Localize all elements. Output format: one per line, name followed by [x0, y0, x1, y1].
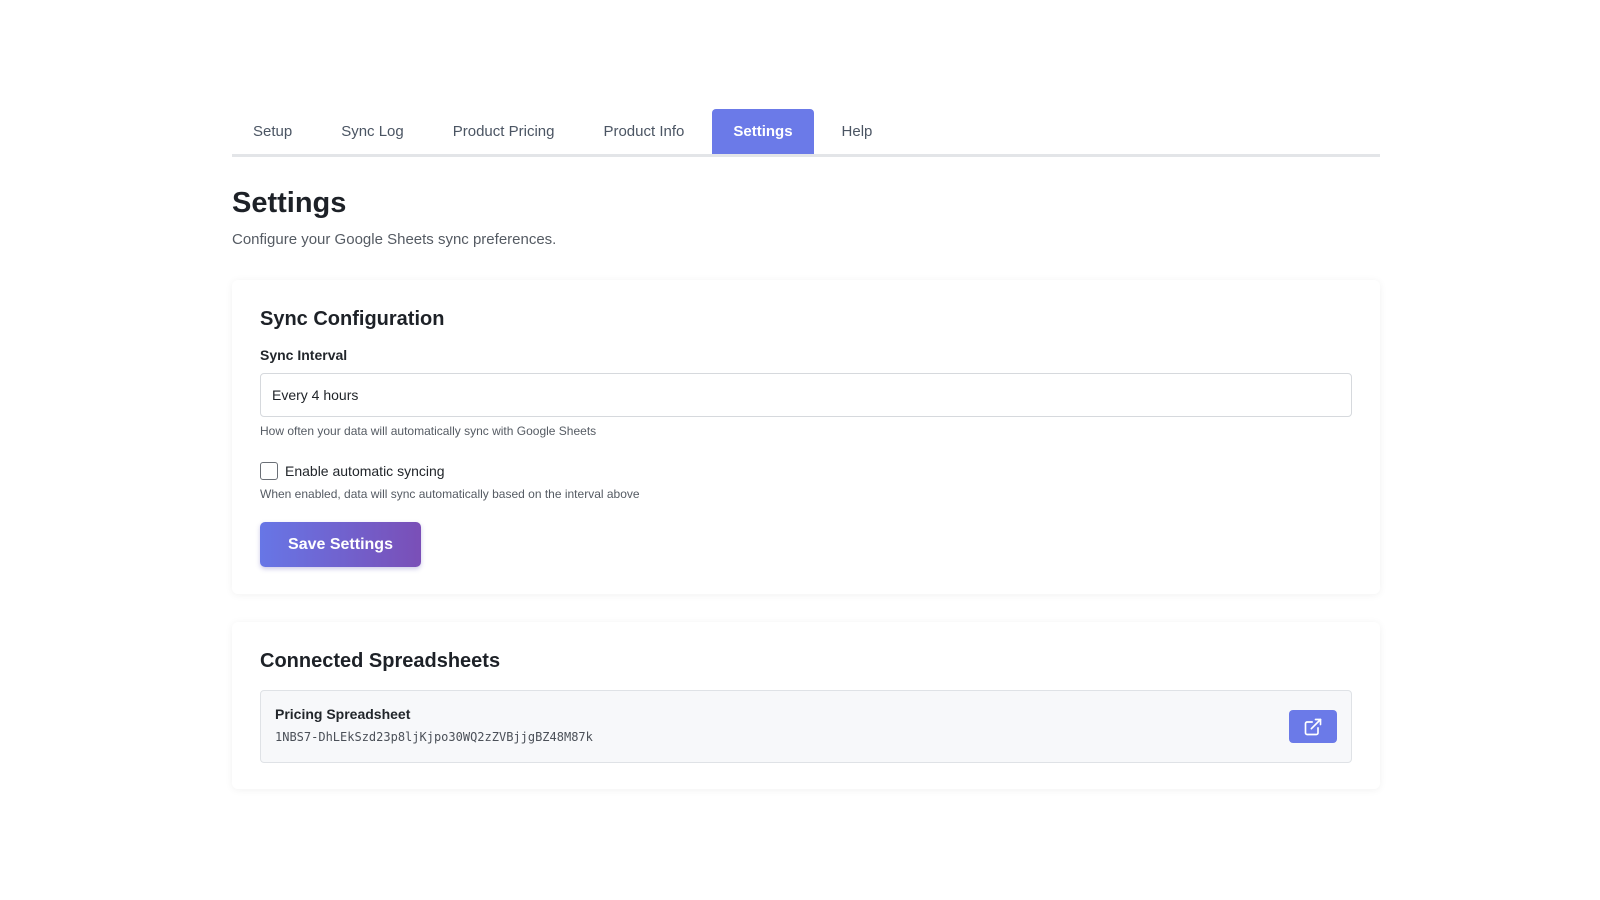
tab-help[interactable]: Help — [821, 109, 894, 154]
spreadsheet-name: Pricing Spreadsheet — [275, 706, 411, 722]
sync-configuration-card: Sync Configuration Sync Interval How oft… — [232, 280, 1380, 594]
spreadsheet-id: 1NBS7-DhLEkSzd23p8ljKjpo30WQ2zZVBjjgBZ48… — [275, 730, 593, 744]
auto-sync-row: Enable automatic syncing — [260, 462, 1352, 480]
sync-interval-help: How often your data will automatically s… — [260, 424, 597, 438]
tab-sync-log[interactable]: Sync Log — [320, 109, 425, 154]
settings-page: Setup Sync Log Product Pricing Product I… — [232, 105, 1380, 789]
tab-product-pricing[interactable]: Product Pricing — [432, 109, 576, 154]
tab-product-info[interactable]: Product Info — [582, 109, 705, 154]
auto-sync-help: When enabled, data will sync automatical… — [260, 487, 640, 501]
connected-spreadsheets-title: Connected Spreadsheets — [260, 650, 501, 672]
connected-spreadsheets-card: Connected Spreadsheets Pricing Spreadshe… — [232, 622, 1380, 789]
page-title: Settings — [232, 187, 347, 219]
save-settings-button[interactable]: Save Settings — [260, 522, 421, 567]
auto-sync-label[interactable]: Enable automatic syncing — [285, 463, 445, 479]
sync-interval-label: Sync Interval — [260, 347, 348, 363]
tab-bar: Setup Sync Log Product Pricing Product I… — [232, 105, 1380, 157]
tab-settings[interactable]: Settings — [712, 109, 814, 154]
tab-setup[interactable]: Setup — [232, 109, 313, 154]
sync-interval-input[interactable] — [260, 373, 1352, 417]
sync-configuration-title: Sync Configuration — [260, 308, 445, 330]
spreadsheet-item: Pricing Spreadsheet 1NBS7-DhLEkSzd23p8lj… — [260, 690, 1352, 763]
external-link-icon — [1304, 718, 1322, 735]
auto-sync-checkbox[interactable] — [260, 462, 278, 480]
open-spreadsheet-button[interactable] — [1289, 710, 1337, 743]
page-subtitle: Configure your Google Sheets sync prefer… — [232, 231, 557, 248]
